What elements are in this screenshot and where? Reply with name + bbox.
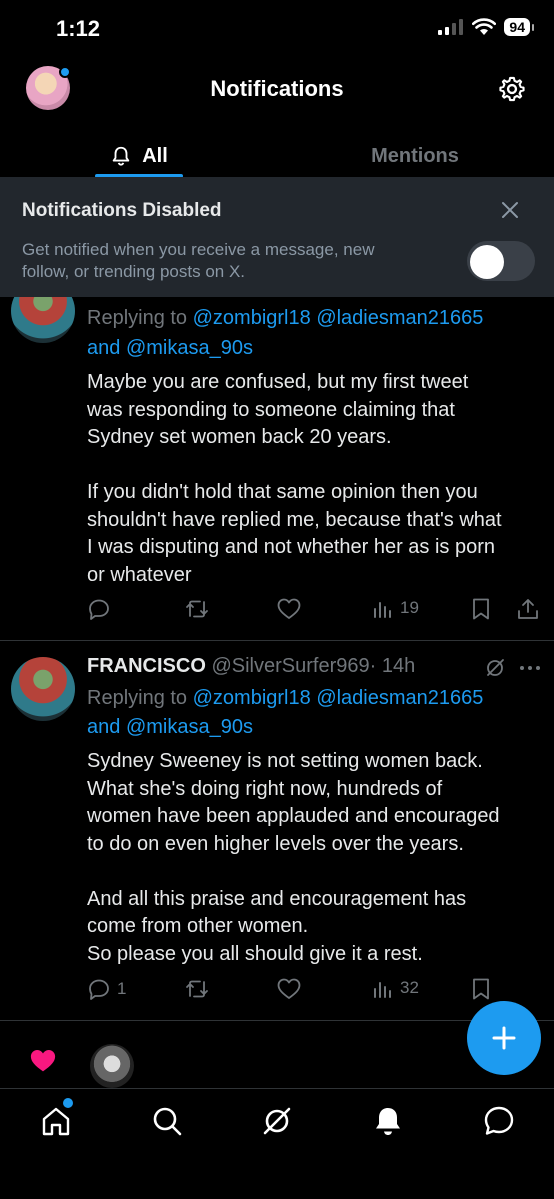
status-time: 1:12	[56, 16, 101, 41]
bell-icon	[112, 146, 130, 166]
views-button[interactable]: 19	[372, 597, 419, 619]
signal-icon	[438, 19, 464, 35]
grok-icon[interactable]	[259, 1103, 295, 1139]
banner-title-overlay: Notifications Disabled	[22, 200, 222, 221]
reply-count: 1	[117, 979, 127, 998]
mention-link[interactable]: @zombigrl18	[193, 307, 311, 329]
share-button[interactable]	[516, 597, 540, 621]
toggle-knob-overlay	[470, 245, 504, 279]
views-icon	[374, 982, 391, 998]
replying-to: Replying to @zombigrl18 @ladiesman21665	[87, 687, 484, 709]
battery-indicator: 94	[504, 18, 534, 36]
tweet-header: FRANCISCO @SilverSurfer969· 14h	[87, 652, 415, 680]
mention-link[interactable]: @ladiesman21665	[316, 307, 483, 329]
more-icon[interactable]	[518, 664, 542, 672]
views-icon	[374, 602, 391, 618]
plus-icon	[492, 1026, 516, 1050]
heart-icon	[277, 978, 301, 999]
close-icon[interactable]	[500, 200, 520, 220]
bookmark-button[interactable]	[470, 977, 492, 1001]
retweet-icon	[186, 600, 208, 618]
banner-description-overlay: Get notified when you receive a message,…	[22, 240, 375, 281]
reply-button[interactable]	[87, 597, 117, 621]
bookmark-icon	[473, 598, 489, 620]
tab-all[interactable]: All	[95, 134, 183, 178]
reply-icon	[89, 599, 109, 620]
reply-button[interactable]: 1	[87, 977, 126, 1001]
tweet-actions: 1 32	[87, 977, 537, 1005]
home-icon[interactable]	[38, 1103, 74, 1139]
messages-icon[interactable]	[481, 1103, 517, 1139]
views-button[interactable]: 32	[372, 977, 419, 999]
search-icon[interactable]	[149, 1103, 185, 1139]
home-notification-dot	[63, 1098, 73, 1108]
mention-link[interactable]: @ladiesman21665	[316, 687, 483, 709]
wifi-icon	[472, 18, 497, 35]
mention-link[interactable]: @mikasa_90s	[126, 337, 253, 359]
share-icon	[518, 599, 538, 619]
bookmark-button[interactable]	[470, 597, 492, 621]
status-icons: 94	[438, 18, 534, 36]
mention-link[interactable]: @mikasa_90s	[126, 716, 253, 738]
tab-mentions-label: Mentions	[371, 144, 459, 167]
like-button[interactable]	[276, 977, 302, 1001]
replying-to-cont: and @mikasa_90s	[87, 337, 253, 359]
replying-to-cont: and @mikasa_90s	[87, 716, 253, 738]
author-handle[interactable]: @SilverSurfer969	[211, 655, 369, 677]
notifications-icon[interactable]	[370, 1103, 406, 1139]
mention-link[interactable]: @zombigrl18	[193, 687, 311, 709]
tweet-text: Maybe you are confused, but my first twe…	[87, 371, 502, 586]
retweet-button[interactable]	[184, 977, 210, 1001]
reply-icon	[89, 979, 109, 1000]
bookmark-icon	[473, 978, 489, 1000]
author-name[interactable]: FRANCISCO	[87, 655, 206, 677]
avatar[interactable]	[11, 657, 75, 721]
like-button[interactable]	[276, 597, 302, 621]
compose-button[interactable]	[467, 1001, 541, 1075]
tweet-time: · 14h	[369, 655, 416, 677]
replying-to: Replying to @zombigrl18 @ladiesman21665	[87, 307, 484, 329]
heart-icon	[30, 1050, 56, 1072]
view-count: 32	[400, 978, 419, 997]
page-title: Notifications	[210, 76, 344, 101]
retweet-button[interactable]	[184, 597, 210, 621]
heart-icon	[277, 598, 301, 619]
tab-all-label: All	[142, 144, 168, 167]
tweet-actions: 19	[87, 597, 540, 625]
tweet-text: Sydney Sweeney is not setting women back…	[87, 750, 500, 965]
avatar[interactable]	[90, 1044, 134, 1088]
gear-icon[interactable]	[498, 75, 526, 103]
grok-icon[interactable]	[483, 656, 507, 680]
retweet-icon	[186, 980, 208, 998]
divider	[0, 640, 554, 641]
tab-mentions[interactable]: Mentions	[330, 134, 500, 178]
